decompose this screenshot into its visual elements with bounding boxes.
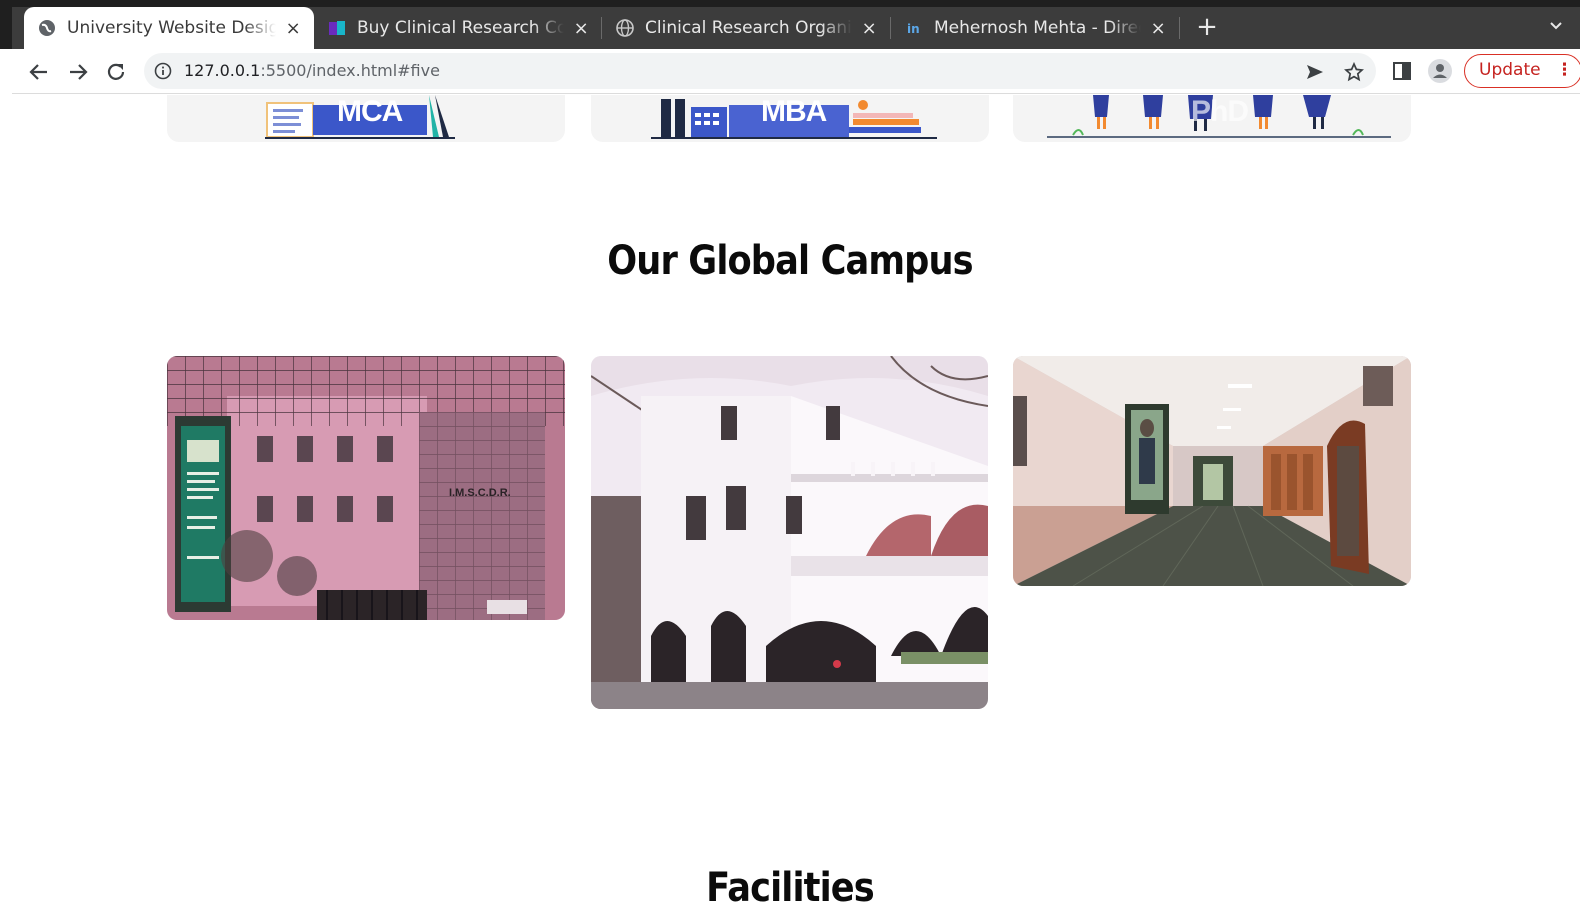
course-label-mca: MCA — [337, 95, 403, 128]
reload-icon[interactable] — [101, 57, 131, 87]
side-panel-icon[interactable] — [1390, 59, 1414, 83]
course-card-phd[interactable]: PhD — [1013, 95, 1411, 142]
course-card-mba[interactable]: MBA — [591, 95, 989, 142]
campus-building-entrance-photo: I.M.S.C.D.R. — [167, 356, 565, 620]
svg-text:I.M.S.C.D.R.: I.M.S.C.D.R. — [449, 487, 511, 499]
campus-white-building-photo — [591, 356, 988, 709]
update-label: Update — [1479, 60, 1541, 80]
browser-toolbar: 127.0.0.1:5500/index.html#five Update ⋮ — [12, 49, 1580, 94]
url-text: 127.0.0.1:5500/index.html#five — [184, 61, 440, 80]
close-tab-icon[interactable]: × — [284, 18, 302, 39]
close-tab-icon[interactable]: × — [860, 18, 878, 39]
book-icon — [328, 19, 346, 37]
globe-icon — [616, 19, 634, 37]
tab-clinical-research-course[interactable]: Buy Clinical Research Course × — [314, 7, 602, 49]
tab-clinical-research-org[interactable]: Clinical Research Organization × — [602, 7, 890, 49]
course-label-phd: PhD — [1191, 95, 1249, 128]
tab-title: Clinical Research Organization — [645, 18, 852, 38]
globe-icon — [38, 19, 56, 37]
campus-corridor-photo — [1013, 356, 1411, 586]
tab-linkedin-profile[interactable]: in Mehernosh Mehta - Director × — [891, 7, 1179, 49]
facilities-section-title: Facilities — [706, 865, 875, 907]
page-content: MCA MBA PhD Our Global Campus I.M.S.C.D.… — [12, 95, 1580, 907]
tab-separator — [1179, 17, 1180, 39]
close-tab-icon[interactable]: × — [572, 18, 590, 39]
site-info-icon[interactable] — [154, 62, 172, 84]
tab-title: Buy Clinical Research Course — [357, 18, 565, 38]
tab-title: University Website Design — [67, 18, 277, 38]
course-card-mca[interactable]: MCA — [167, 95, 565, 142]
update-button[interactable]: Update ⋮ — [1464, 54, 1580, 88]
close-tab-icon[interactable]: × — [1149, 18, 1167, 39]
tab-search-chevron-icon[interactable] — [1548, 17, 1564, 37]
tab-strip: University Website Design × Buy Clinical… — [12, 7, 1580, 49]
forward-arrow-icon[interactable] — [63, 57, 93, 87]
url-host: 127.0.0.1 — [184, 61, 261, 80]
course-label-mba: MBA — [761, 95, 827, 128]
bookmark-star-icon[interactable] — [1343, 61, 1365, 83]
new-tab-button[interactable]: + — [1194, 14, 1220, 41]
linkedin-icon: in — [905, 19, 923, 37]
address-bar[interactable]: 127.0.0.1:5500/index.html#five — [144, 53, 1376, 89]
back-arrow-icon[interactable] — [24, 57, 54, 87]
campus-section-title: Our Global Campus — [607, 238, 973, 284]
more-menu-icon[interactable]: ⋮ — [1556, 55, 1573, 86]
url-path: :5500/index.html#five — [260, 61, 440, 80]
browser-tab-bar: University Website Design × Buy Clinical… — [0, 0, 1580, 49]
svg-text:in: in — [907, 22, 920, 36]
profile-avatar-icon[interactable] — [1428, 59, 1452, 83]
tab-university-website[interactable]: University Website Design × — [24, 7, 314, 49]
send-tab-icon[interactable] — [1304, 61, 1326, 83]
tab-title: Mehernosh Mehta - Director — [934, 18, 1141, 38]
